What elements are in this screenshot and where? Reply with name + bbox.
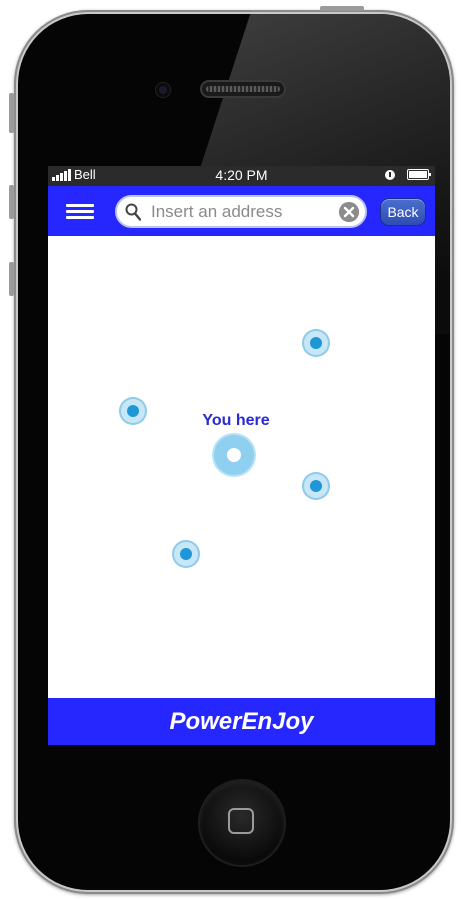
- earpiece-speaker: [200, 80, 286, 98]
- back-button[interactable]: Back: [381, 199, 425, 225]
- volume-down-button: [9, 262, 14, 296]
- app-title: PowerEnJoy: [169, 708, 314, 735]
- status-bar: Bell 4:20 PM: [48, 166, 435, 186]
- current-location-label: You here: [202, 412, 270, 429]
- power-button: [320, 6, 364, 11]
- footer-bar: PowerEnJoy: [48, 698, 435, 745]
- clear-search-icon[interactable]: [339, 202, 359, 222]
- search-bar[interactable]: [115, 195, 367, 228]
- silent-switch: [9, 93, 14, 133]
- map-view[interactable]: You here: [48, 236, 435, 698]
- car-location-marker[interactable]: [172, 540, 200, 568]
- front-camera: [156, 83, 170, 97]
- home-square-icon: [228, 808, 254, 834]
- volume-up-button: [9, 185, 14, 219]
- car-location-marker[interactable]: [302, 329, 330, 357]
- status-time: 4:20 PM: [215, 167, 268, 183]
- phone-screen: Bell 4:20 PM Back You here: [48, 166, 435, 745]
- battery-icon: [407, 169, 431, 180]
- search-icon: [125, 203, 141, 221]
- status-icons: [385, 169, 431, 180]
- car-location-marker[interactable]: [119, 397, 147, 425]
- address-search-input[interactable]: [151, 200, 331, 224]
- top-nav-bar: Back: [48, 186, 435, 236]
- current-location-marker-icon[interactable]: [214, 435, 254, 475]
- hamburger-menu-icon[interactable]: [66, 204, 94, 220]
- car-location-marker[interactable]: [302, 472, 330, 500]
- rotation-lock-icon: [385, 169, 395, 180]
